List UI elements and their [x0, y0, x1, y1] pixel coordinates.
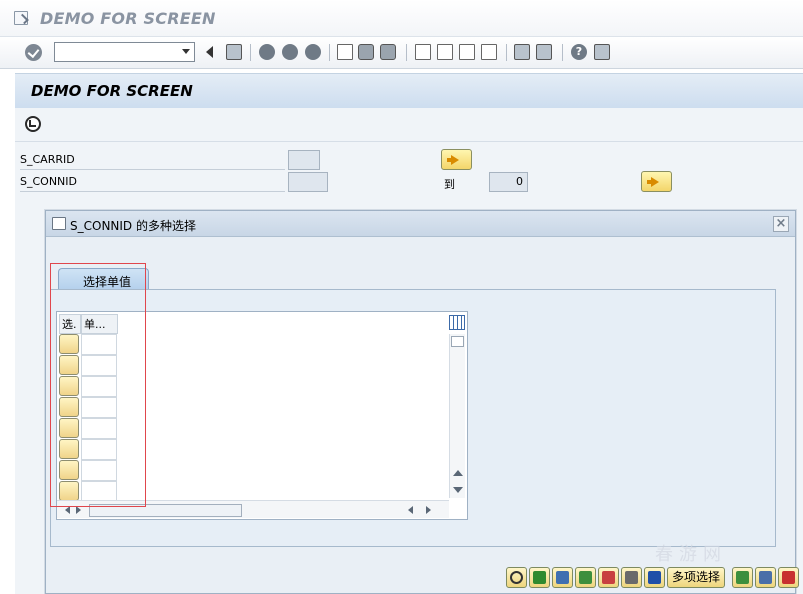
screen-header: DEMO FOR SCREEN: [15, 73, 803, 108]
close-icon[interactable]: ×: [773, 216, 789, 232]
execute-button[interactable]: [506, 567, 527, 588]
last-page-icon[interactable]: [481, 44, 497, 60]
next-page-icon[interactable]: [459, 44, 475, 60]
tab-panel: 选. 单...: [50, 289, 776, 547]
toolbar-separator: [250, 44, 251, 61]
find-icon[interactable]: [358, 44, 374, 60]
insert-line-button[interactable]: [575, 567, 596, 588]
highlight-frame: [50, 263, 146, 507]
enter-button[interactable]: [25, 44, 42, 61]
new-session-icon[interactable]: [514, 44, 530, 60]
import-button[interactable]: [732, 567, 753, 588]
window-title: DEMO FOR SCREEN: [40, 9, 216, 28]
s-connid-input[interactable]: [288, 172, 328, 192]
s-carrid-label: S_CARRID: [20, 150, 285, 170]
toolbar-separator: [329, 44, 330, 61]
delete-line-button[interactable]: [598, 567, 619, 588]
dialog-menu-icon[interactable]: [52, 217, 66, 230]
screen-title: DEMO FOR SCREEN: [31, 82, 193, 100]
cancel-icon[interactable]: [305, 44, 321, 60]
command-field[interactable]: [54, 42, 195, 62]
toolbar-separator: [562, 44, 563, 61]
find-next-icon[interactable]: [380, 44, 396, 60]
delete-all-button[interactable]: [621, 567, 642, 588]
back-triangle-icon[interactable]: [206, 46, 213, 58]
first-page-icon[interactable]: [415, 44, 431, 60]
dialog-header: S_CONNID 的多种选择 ×: [46, 211, 795, 237]
multiple-selection-dialog: S_CONNID 的多种选择 × 选择单值 选. 单... 多项选择: [45, 210, 799, 594]
s-carrid-input[interactable]: [288, 150, 320, 170]
s-connid-high-input[interactable]: 0: [489, 172, 528, 192]
toolbar-separator: [406, 44, 407, 61]
shortcut-icon[interactable]: [536, 44, 552, 60]
scroll-down-icon[interactable]: [453, 487, 463, 493]
vertical-scrollbar[interactable]: [449, 334, 465, 498]
dialog-title: S_CONNID 的多种选择: [70, 219, 196, 233]
info-button[interactable]: [644, 567, 665, 588]
scroll-thumb[interactable]: [451, 336, 464, 347]
previous-page-icon[interactable]: [437, 44, 453, 60]
toolbar-separator: [506, 44, 507, 61]
exit-icon[interactable]: [282, 44, 298, 60]
scroll-right-icon[interactable]: [76, 506, 81, 514]
title-bar: DEMO FOR SCREEN: [0, 0, 803, 37]
s-carrid-multi-select-button[interactable]: [441, 149, 472, 170]
layout-menu-icon[interactable]: [594, 44, 610, 60]
scroll-up-icon[interactable]: [453, 470, 463, 476]
s-connid-multi-select-button[interactable]: [641, 171, 672, 192]
s-connid-to-label: 到: [444, 178, 455, 191]
multi-select-button[interactable]: 多项选择: [667, 567, 726, 588]
grid-config-icon[interactable]: [449, 315, 465, 330]
watermark: 春游网: [655, 544, 727, 565]
scroll-left-icon[interactable]: [408, 506, 413, 514]
s-connid-label: S_CONNID: [20, 172, 285, 192]
print-icon[interactable]: [337, 44, 353, 60]
chevron-down-icon[interactable]: [182, 49, 190, 54]
scroll-left-icon[interactable]: [65, 506, 70, 514]
copy-button[interactable]: [529, 567, 550, 588]
back-icon[interactable]: [259, 44, 275, 60]
scroll-right-icon[interactable]: [426, 506, 431, 514]
clipboard-upload-button[interactable]: [755, 567, 776, 588]
window-menu-icon[interactable]: [14, 11, 28, 25]
application-toolbar: [15, 108, 803, 142]
execute-icon[interactable]: [25, 116, 41, 132]
help-icon[interactable]: ?: [571, 44, 587, 60]
standard-toolbar: ?: [0, 37, 803, 69]
cancel-button[interactable]: [778, 567, 799, 588]
save-icon[interactable]: [226, 44, 242, 60]
check-entries-button[interactable]: [552, 567, 573, 588]
